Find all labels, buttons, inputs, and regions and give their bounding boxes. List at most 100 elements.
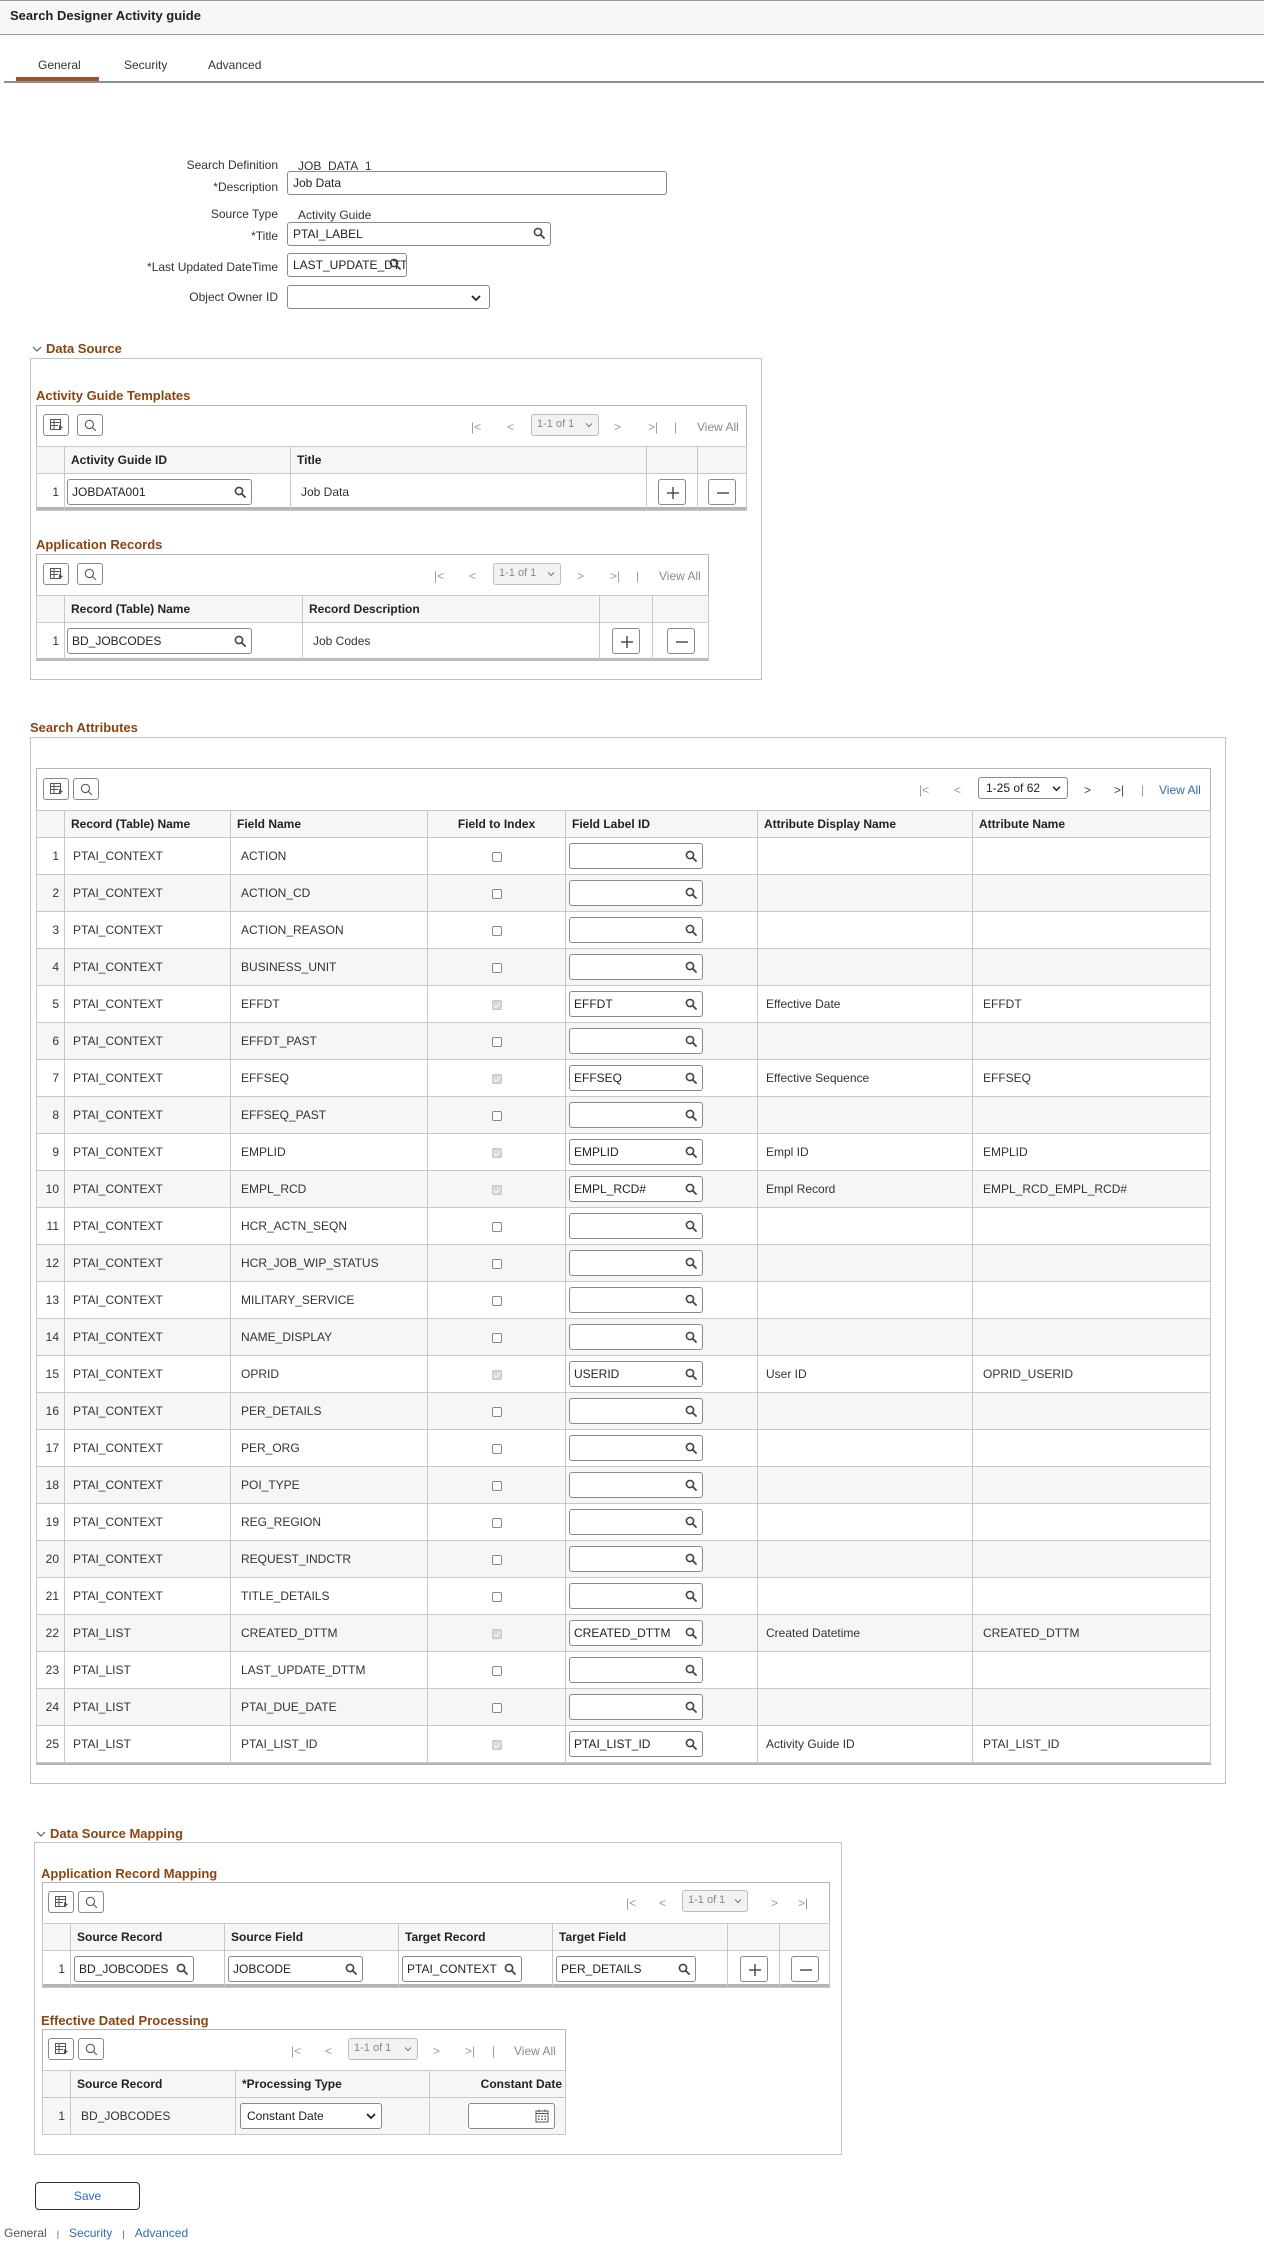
pager-select[interactable]: 1-25 of 62 [978, 777, 1068, 799]
first-page-icon[interactable]: |< [471, 420, 481, 434]
last-page-icon[interactable]: >| [610, 569, 620, 583]
first-page-icon[interactable]: |< [434, 569, 444, 583]
first-page-icon[interactable]: |< [626, 1896, 636, 1910]
last-page-icon[interactable]: >| [648, 420, 658, 434]
source-record-input[interactable]: BD_JOBCODES [74, 1956, 194, 1982]
previous-page-icon[interactable]: < [469, 569, 476, 583]
field-label-id-input[interactable] [569, 1324, 703, 1350]
search-icon[interactable] [685, 961, 697, 973]
save-button[interactable]: Save [35, 2182, 140, 2210]
personalize-button[interactable] [48, 1891, 74, 1913]
tab-general[interactable]: General [16, 58, 99, 81]
previous-page-icon[interactable]: < [325, 2044, 332, 2058]
field-to-index-checkbox[interactable] [491, 1036, 502, 1047]
field-label-id-input[interactable] [569, 843, 703, 869]
field-label-id-input[interactable]: EMPL_RCD# [569, 1176, 703, 1202]
field-label-id-input[interactable] [569, 1472, 703, 1498]
first-page-icon[interactable]: |< [291, 2044, 301, 2058]
pager-select[interactable]: 1-1 of 1 [348, 2038, 418, 2060]
field-label-id-input[interactable]: USERID [569, 1361, 703, 1387]
field-label-id-input[interactable]: EFFSEQ [569, 1065, 703, 1091]
field-label-id-input[interactable] [569, 1583, 703, 1609]
search-icon[interactable] [389, 258, 401, 270]
search-icon[interactable] [504, 1963, 516, 1975]
field-to-index-checkbox[interactable] [491, 1258, 502, 1269]
pager-select[interactable]: 1-1 of 1 [531, 414, 599, 436]
delete-row-button[interactable] [790, 1956, 819, 1982]
search-icon[interactable] [533, 227, 545, 239]
last-updated-input[interactable]: LAST_UPDATE_DTT [287, 253, 407, 277]
search-icon[interactable] [685, 1442, 697, 1454]
field-label-id-input[interactable]: PTAI_LIST_ID [569, 1731, 703, 1757]
search-icon[interactable] [234, 486, 246, 498]
constant-date-input[interactable] [468, 2103, 555, 2129]
find-button[interactable] [78, 1891, 104, 1913]
add-row-button[interactable] [612, 628, 640, 654]
search-icon[interactable] [685, 887, 697, 899]
target-record-input[interactable]: PTAI_CONTEXT [402, 1956, 522, 1982]
next-page-icon[interactable]: > [577, 569, 584, 583]
search-icon[interactable] [685, 998, 697, 1010]
search-icon[interactable] [685, 1294, 697, 1306]
search-icon[interactable] [685, 1146, 697, 1158]
search-icon[interactable] [685, 1553, 697, 1565]
description-input[interactable]: Job Data [287, 171, 667, 195]
field-label-id-input[interactable] [569, 1398, 703, 1424]
field-to-index-checkbox[interactable] [491, 925, 502, 936]
field-label-id-input[interactable] [569, 1546, 703, 1572]
delete-row-button[interactable] [666, 628, 695, 654]
first-page-icon[interactable]: |< [919, 783, 929, 797]
last-page-icon[interactable]: >| [798, 1896, 808, 1910]
data-source-mapping-toggle[interactable]: Data Source Mapping [36, 1826, 183, 1841]
field-to-index-checkbox[interactable] [491, 1702, 502, 1713]
field-to-index-checkbox[interactable] [491, 1591, 502, 1602]
search-icon[interactable] [176, 1963, 188, 1975]
delete-row-button[interactable] [708, 479, 736, 505]
title-input[interactable]: PTAI_LABEL [287, 222, 551, 246]
personalize-button[interactable] [48, 2038, 74, 2060]
source-field-input[interactable]: JOBCODE [228, 1956, 363, 1982]
find-button[interactable] [77, 563, 103, 585]
field-to-index-checkbox[interactable] [491, 1332, 502, 1343]
data-source-toggle[interactable]: Data Source [32, 341, 122, 356]
search-icon[interactable] [685, 1183, 697, 1195]
footer-link-security[interactable]: Security [69, 2226, 112, 2240]
processing-type-select[interactable]: Constant Date [240, 2103, 382, 2129]
field-to-index-checkbox[interactable] [491, 1480, 502, 1491]
previous-page-icon[interactable]: < [954, 783, 961, 797]
field-label-id-input[interactable]: EFFDT [569, 991, 703, 1017]
add-row-button[interactable] [658, 479, 686, 505]
last-page-icon[interactable]: >| [465, 2044, 475, 2058]
field-label-id-input[interactable] [569, 1250, 703, 1276]
field-label-id-input[interactable]: CREATED_DTTM [569, 1620, 703, 1646]
personalize-button[interactable] [43, 778, 69, 800]
search-icon[interactable] [678, 1963, 690, 1975]
field-to-index-checkbox[interactable] [491, 1665, 502, 1676]
field-label-id-input[interactable] [569, 954, 703, 980]
field-label-id-input[interactable] [569, 917, 703, 943]
view-all-link[interactable]: View All [697, 420, 739, 434]
next-page-icon[interactable]: > [1084, 783, 1091, 797]
next-page-icon[interactable]: > [771, 1896, 778, 1910]
field-to-index-checkbox[interactable] [491, 1406, 502, 1417]
search-icon[interactable] [685, 1627, 697, 1639]
field-to-index-checkbox[interactable] [491, 1554, 502, 1565]
search-icon[interactable] [345, 1963, 357, 1975]
tab-advanced[interactable]: Advanced [208, 58, 261, 72]
field-to-index-checkbox[interactable] [491, 1221, 502, 1232]
record-name-input[interactable]: BD_JOBCODES [67, 628, 252, 654]
search-icon[interactable] [685, 1516, 697, 1528]
find-button[interactable] [78, 2038, 104, 2060]
view-all-link[interactable]: View All [514, 2044, 556, 2058]
find-button[interactable] [73, 778, 99, 800]
find-button[interactable] [77, 414, 103, 436]
search-icon[interactable] [685, 1035, 697, 1047]
field-label-id-input[interactable] [569, 1509, 703, 1535]
field-label-id-input[interactable] [569, 1287, 703, 1313]
pager-select[interactable]: 1-1 of 1 [682, 1890, 748, 1912]
object-owner-select[interactable] [287, 285, 490, 309]
footer-link-advanced[interactable]: Advanced [135, 2226, 188, 2240]
field-to-index-checkbox[interactable] [491, 962, 502, 973]
search-icon[interactable] [685, 1257, 697, 1269]
search-icon[interactable] [685, 850, 697, 862]
